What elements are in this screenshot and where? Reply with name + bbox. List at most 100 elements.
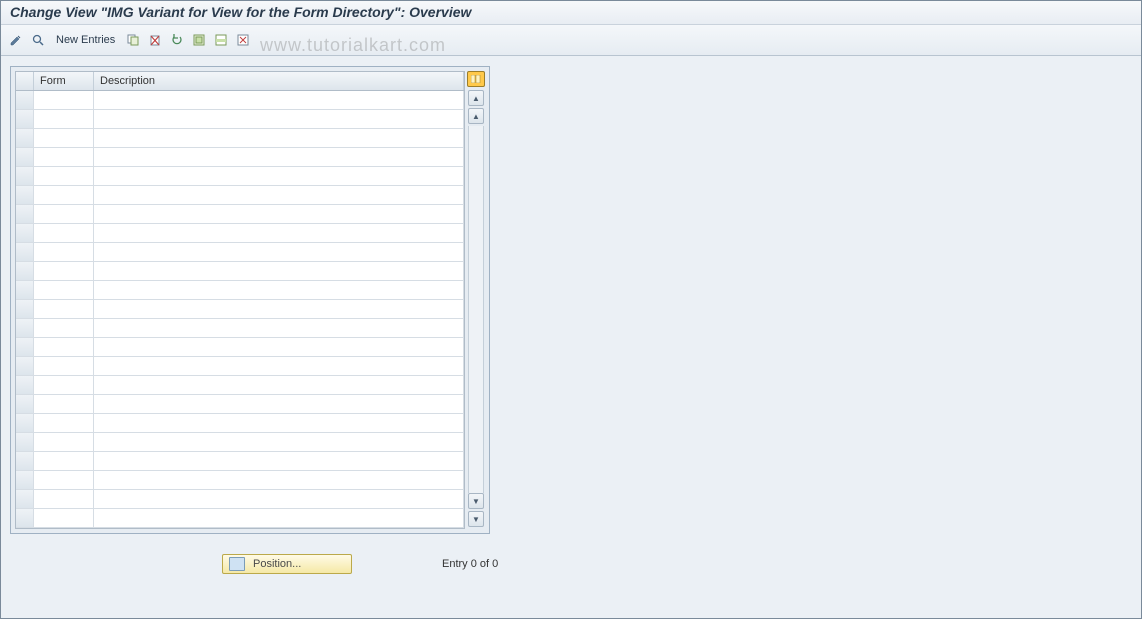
cell-description[interactable]: [94, 433, 464, 451]
cell-description[interactable]: [94, 129, 464, 147]
cell-description[interactable]: [94, 110, 464, 128]
cell-description[interactable]: [94, 148, 464, 166]
row-selector[interactable]: [16, 300, 34, 318]
row-selector[interactable]: [16, 395, 34, 413]
cell-form[interactable]: [34, 129, 94, 147]
cell-description[interactable]: [94, 471, 464, 489]
table-wrap: Form Description: [15, 71, 465, 529]
scroll-down-button[interactable]: ▼: [468, 511, 484, 527]
cell-form[interactable]: [34, 224, 94, 242]
row-selector[interactable]: [16, 490, 34, 508]
cell-form[interactable]: [34, 148, 94, 166]
undo-change-icon[interactable]: [169, 32, 185, 48]
cell-description[interactable]: [94, 509, 464, 527]
toggle-display-change-icon[interactable]: [8, 32, 24, 48]
cell-description[interactable]: [94, 262, 464, 280]
row-selector[interactable]: [16, 281, 34, 299]
cell-description[interactable]: [94, 243, 464, 261]
scroll-track[interactable]: [468, 126, 484, 493]
scroll-down-button-2[interactable]: ▼: [468, 493, 484, 509]
table-row: [16, 129, 464, 148]
row-selector[interactable]: [16, 243, 34, 261]
table-row: [16, 186, 464, 205]
select-block-icon[interactable]: [213, 32, 229, 48]
cell-form[interactable]: [34, 167, 94, 185]
cell-description[interactable]: [94, 376, 464, 394]
column-header-description[interactable]: Description: [94, 72, 464, 90]
scroll-up-button-2[interactable]: ▲: [468, 108, 484, 124]
cell-form[interactable]: [34, 433, 94, 451]
table-settings-icon[interactable]: [467, 71, 485, 87]
cell-form[interactable]: [34, 357, 94, 375]
entry-count-text: Entry 0 of 0: [442, 558, 498, 570]
cell-form[interactable]: [34, 281, 94, 299]
row-selector[interactable]: [16, 319, 34, 337]
cell-form[interactable]: [34, 262, 94, 280]
cell-form[interactable]: [34, 509, 94, 527]
row-selector[interactable]: [16, 509, 34, 527]
table-row: [16, 205, 464, 224]
row-selector[interactable]: [16, 471, 34, 489]
deselect-all-icon[interactable]: [235, 32, 251, 48]
table-row: [16, 262, 464, 281]
new-entries-button[interactable]: New Entries: [52, 34, 119, 46]
cell-form[interactable]: [34, 319, 94, 337]
cell-form[interactable]: [34, 186, 94, 204]
cell-form[interactable]: [34, 110, 94, 128]
cell-description[interactable]: [94, 490, 464, 508]
cell-description[interactable]: [94, 186, 464, 204]
toolbar: New Entries: [0, 25, 1142, 56]
table-row: [16, 433, 464, 452]
cell-description[interactable]: [94, 338, 464, 356]
row-selector[interactable]: [16, 452, 34, 470]
row-selector[interactable]: [16, 338, 34, 356]
cell-form[interactable]: [34, 471, 94, 489]
cell-description[interactable]: [94, 357, 464, 375]
cell-description[interactable]: [94, 281, 464, 299]
cell-description[interactable]: [94, 452, 464, 470]
row-selector[interactable]: [16, 167, 34, 185]
row-selector[interactable]: [16, 376, 34, 394]
column-header-selector[interactable]: [16, 72, 34, 90]
cell-description[interactable]: [94, 167, 464, 185]
delete-icon[interactable]: [147, 32, 163, 48]
cell-description[interactable]: [94, 319, 464, 337]
row-selector[interactable]: [16, 129, 34, 147]
row-selector[interactable]: [16, 186, 34, 204]
row-selector[interactable]: [16, 262, 34, 280]
copy-as-icon[interactable]: [125, 32, 141, 48]
row-selector[interactable]: [16, 414, 34, 432]
row-selector[interactable]: [16, 357, 34, 375]
select-all-icon[interactable]: [191, 32, 207, 48]
cell-form[interactable]: [34, 452, 94, 470]
cell-description[interactable]: [94, 300, 464, 318]
table-row: [16, 338, 464, 357]
cell-form[interactable]: [34, 300, 94, 318]
cell-form[interactable]: [34, 338, 94, 356]
row-selector[interactable]: [16, 224, 34, 242]
column-header-form[interactable]: Form: [34, 72, 94, 90]
cell-description[interactable]: [94, 91, 464, 109]
cell-description[interactable]: [94, 205, 464, 223]
find-icon[interactable]: [30, 32, 46, 48]
position-button[interactable]: Position...: [222, 554, 352, 574]
work-area: Form Description ▲ ▲ ▼ ▼: [0, 56, 1142, 619]
scroll-up-button[interactable]: ▲: [468, 90, 484, 106]
cell-form[interactable]: [34, 243, 94, 261]
cell-description[interactable]: [94, 395, 464, 413]
row-selector[interactable]: [16, 205, 34, 223]
cell-form[interactable]: [34, 205, 94, 223]
row-selector[interactable]: [16, 433, 34, 451]
title-bar: Change View "IMG Variant for View for th…: [0, 0, 1142, 25]
row-selector[interactable]: [16, 91, 34, 109]
cell-form[interactable]: [34, 395, 94, 413]
row-selector[interactable]: [16, 148, 34, 166]
cell-form[interactable]: [34, 376, 94, 394]
row-selector[interactable]: [16, 110, 34, 128]
cell-description[interactable]: [94, 224, 464, 242]
cell-description[interactable]: [94, 414, 464, 432]
cell-form[interactable]: [34, 414, 94, 432]
cell-form[interactable]: [34, 490, 94, 508]
cell-form[interactable]: [34, 91, 94, 109]
table-row: [16, 148, 464, 167]
